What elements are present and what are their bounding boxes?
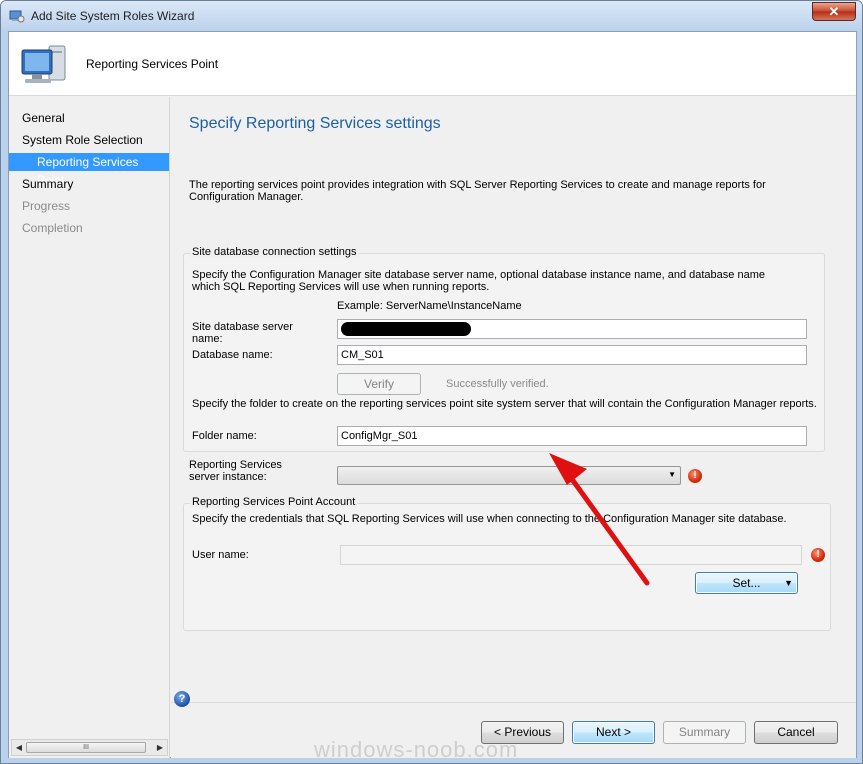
wizard-window: Add Site System Roles Wizard ✕ Reporting…	[0, 0, 863, 764]
annotation-arrow-icon	[549, 453, 650, 586]
